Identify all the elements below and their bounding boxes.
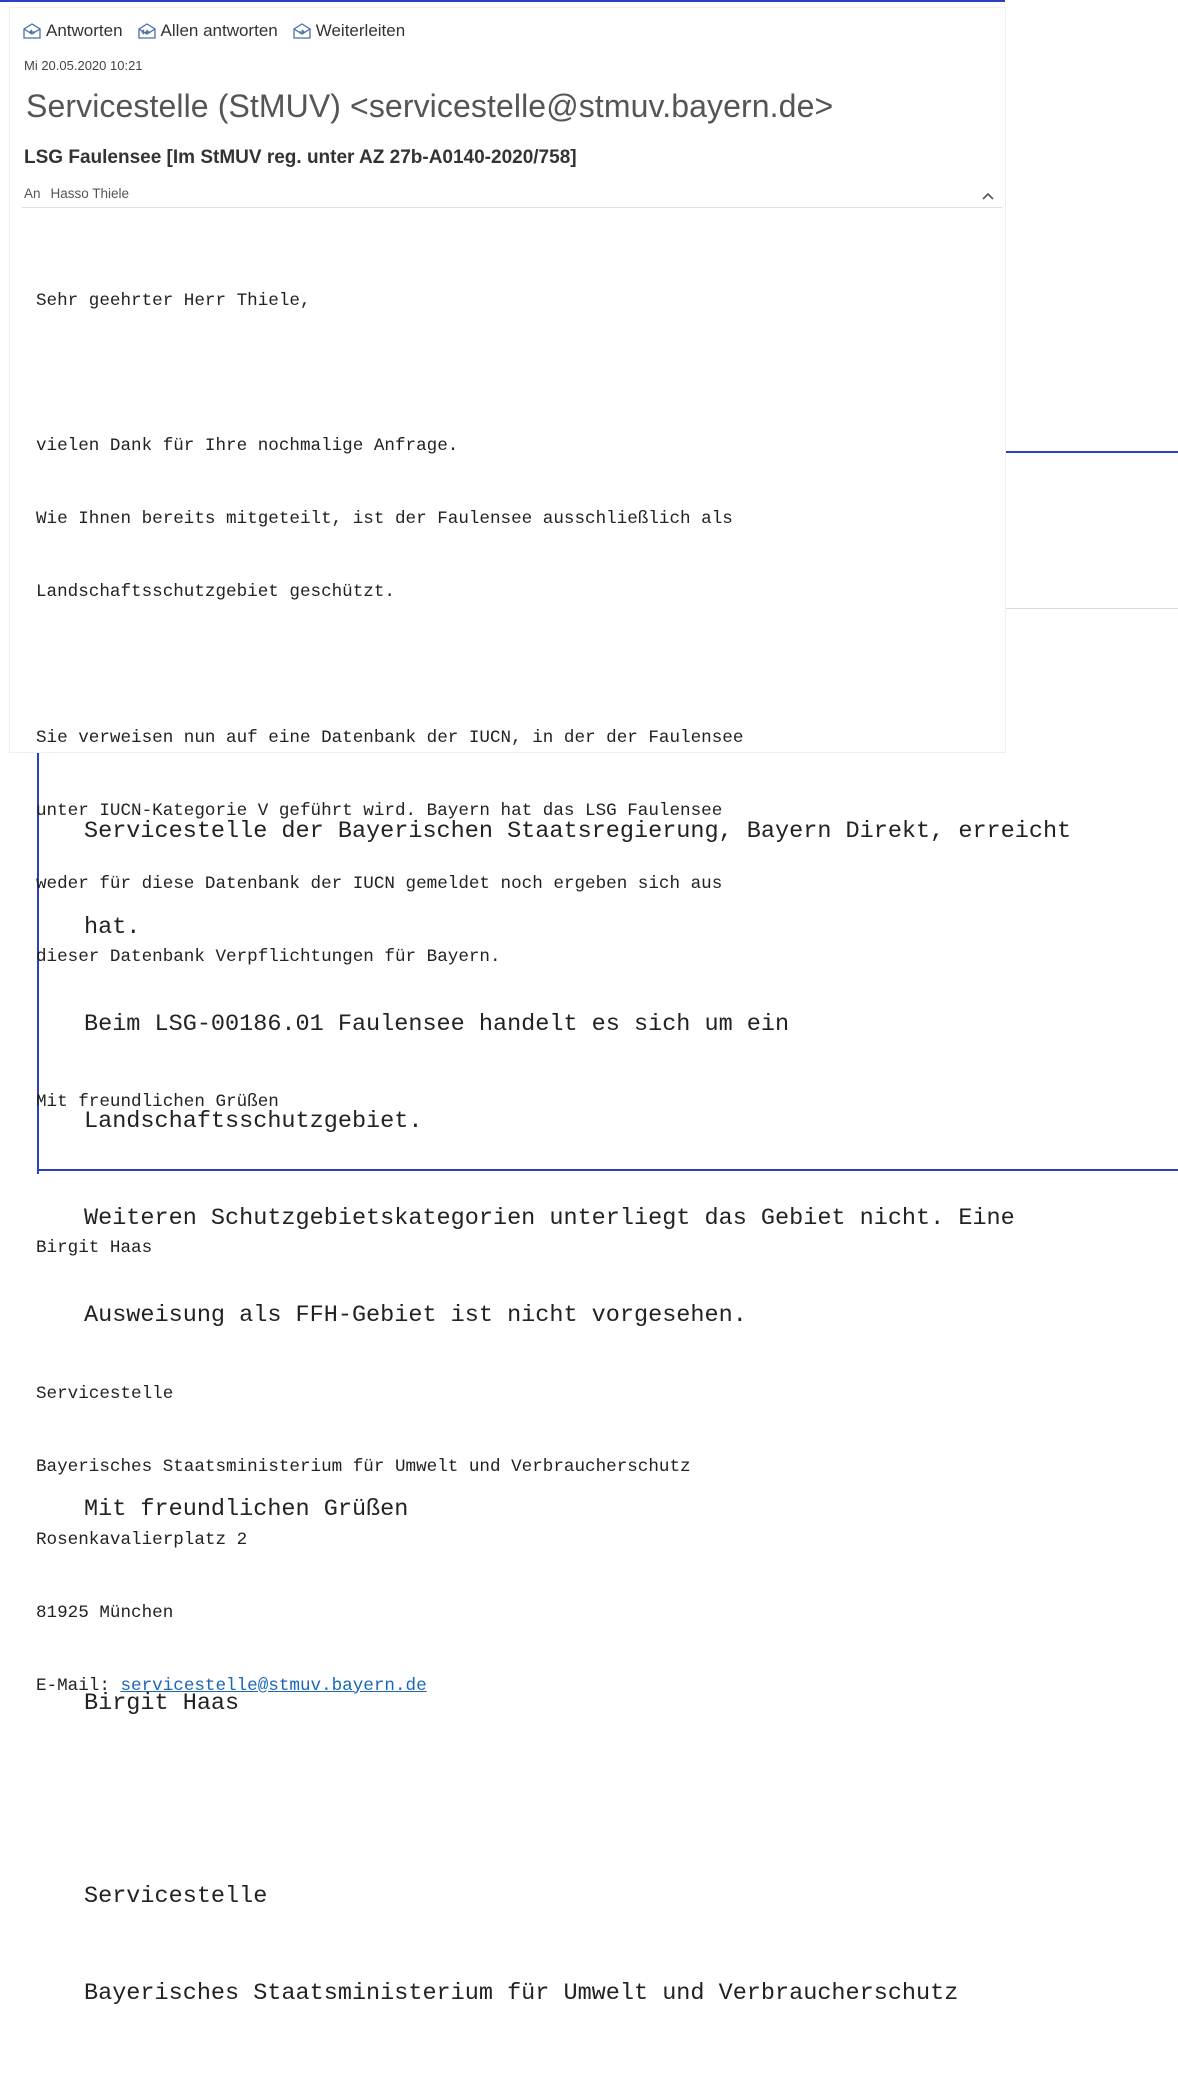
recipient-row: An Hasso Thiele: [24, 186, 129, 201]
reading-pane: Antworten Allen antworten Weiterleiten M…: [10, 8, 1005, 1696]
to-label: An: [24, 186, 41, 201]
email-link[interactable]: servicestelle@stmuv.bayern.de: [120, 1676, 426, 1696]
header-divider: [22, 207, 1002, 208]
email-label: E-Mail:: [36, 1675, 121, 1696]
forward-button[interactable]: Weiterleiten: [292, 21, 405, 41]
background-top-border: [0, 0, 1005, 2]
background-divider: [1005, 608, 1178, 609]
body-line: vielen Dank für Ihre nochmalige Anfrage.: [36, 436, 459, 457]
signature-line: Rosenkavalierplatz 2: [36, 1529, 248, 1550]
reply-all-icon: [137, 22, 157, 40]
sender-name[interactable]: Servicestelle (StMUV) <servicestelle@stm…: [26, 88, 833, 125]
body-line: weder für diese Datenbank der IUCN gemel…: [36, 873, 723, 894]
greeting: Sehr geehrter Herr Thiele,: [36, 290, 311, 311]
reply-button[interactable]: Antworten: [22, 21, 123, 41]
body-line: Bayerisches Staatsministerium für Umwelt…: [84, 1980, 959, 2008]
closing: Mit freundlichen Grüßen: [36, 1092, 279, 1113]
signature-line: Servicestelle: [36, 1383, 174, 1404]
body-line: unter IUCN-Kategorie V geführt wird. Bay…: [36, 800, 723, 821]
forward-label: Weiterleiten: [315, 21, 406, 40]
chevron-up-icon[interactable]: [980, 188, 996, 204]
background-right-border: [1005, 451, 1178, 453]
message-action-bar: Antworten Allen antworten Weiterleiten: [22, 20, 405, 42]
reply-all-button[interactable]: Allen antworten: [137, 21, 278, 41]
email-line: E-Mail: servicestelle@stmuv.bayern.de: [36, 1674, 996, 1698]
body-line: Sie verweisen nun auf eine Datenbank der…: [36, 727, 744, 748]
signature-line: 81925 München: [36, 1602, 174, 1623]
body-line: Landschaftsschutzgebiet geschützt.: [36, 582, 395, 603]
body-line: Wie Ihnen bereits mitgeteilt, ist der Fa…: [36, 509, 733, 530]
reply-all-label: Allen antworten: [160, 21, 278, 40]
signature-name: Birgit Haas: [36, 1238, 153, 1259]
recipient-name[interactable]: Hasso Thiele: [51, 186, 130, 201]
body-line: Servicestelle: [84, 1883, 268, 1911]
body-line: dieser Datenbank Verpflichtungen für Bay…: [36, 946, 501, 967]
message-body: Sehr geehrter Herr Thiele, vielen Dank f…: [36, 240, 996, 1746]
signature-line: Bayerisches Staatsministerium für Umwelt…: [36, 1456, 691, 1477]
message-subject: LSG Faulensee [Im StMUV reg. unter AZ 27…: [24, 147, 577, 168]
message-date: Mi 20.05.2020 10:21: [24, 58, 143, 73]
forward-icon: [292, 22, 312, 40]
reply-label: Antworten: [46, 21, 123, 40]
reply-icon: [22, 22, 42, 40]
